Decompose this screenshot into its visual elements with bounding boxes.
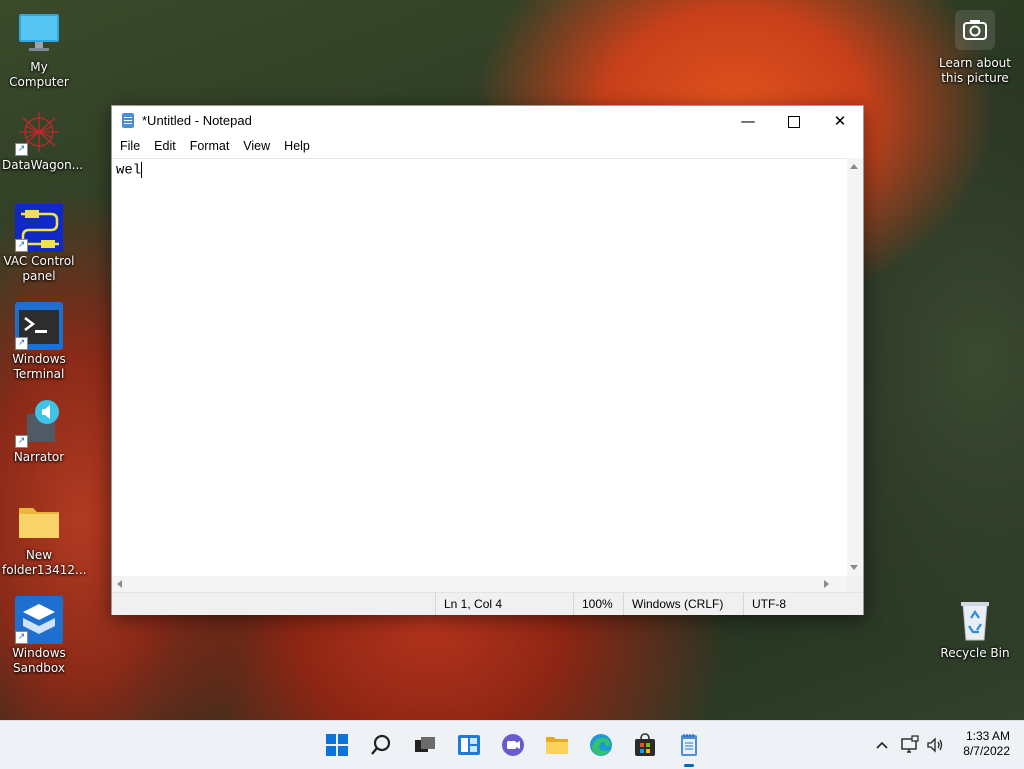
search-icon (371, 734, 391, 755)
status-encoding: UTF-8 (743, 593, 842, 615)
file-explorer-button[interactable] (543, 731, 571, 759)
title-bar[interactable]: *Untitled - Notepad — ✕ (112, 106, 863, 136)
menu-file[interactable]: File (113, 136, 147, 156)
widgets-icon (458, 735, 480, 755)
text-caret (141, 162, 143, 178)
shortcut-arrow-icon: ↗ (15, 435, 28, 448)
text-editor[interactable]: wel (112, 158, 849, 576)
menu-help[interactable]: Help (277, 136, 317, 156)
editor-content: wel (116, 162, 142, 179)
search-button[interactable] (367, 731, 395, 759)
edge-button[interactable] (587, 731, 615, 759)
scroll-up-arrow-icon[interactable] (850, 164, 858, 169)
desktop-icon-label: Windows Terminal (12, 352, 66, 381)
desktop-icon-label: DataWagon... (2, 158, 84, 172)
notepad-icon (122, 113, 134, 128)
recycle-bin-label: Recycle Bin (940, 646, 1010, 660)
desktop-icon-label: New folder13412... (2, 548, 87, 577)
datawagon-icon: ↗ (15, 108, 63, 156)
volume-button[interactable] (925, 735, 945, 755)
notepad-taskbar-button[interactable] (675, 731, 703, 767)
taskbar: 1:33 AM 8/7/2022 (0, 720, 1024, 769)
clock[interactable]: 1:33 AM 8/7/2022 (963, 729, 1010, 759)
learn-about-label: Learn about this picture (939, 56, 1011, 85)
desktop-icon-vac-control-panel[interactable]: ↗ VAC Control panel (2, 204, 76, 284)
chevron-up-icon (876, 741, 888, 749)
learn-about-picture[interactable]: Learn about this picture (938, 10, 1012, 86)
widgets-button[interactable] (455, 731, 483, 759)
close-button[interactable]: ✕ (817, 106, 863, 136)
shortcut-arrow-icon: ↗ (15, 239, 28, 252)
vertical-scrollbar[interactable] (847, 158, 863, 576)
folder-icon (15, 498, 63, 546)
desktop-icon-narrator[interactable]: ↗ Narrator (2, 400, 76, 465)
scroll-left-arrow-icon[interactable] (117, 580, 122, 588)
scrollbar-corner (847, 576, 863, 592)
edge-icon (590, 734, 612, 756)
store-icon (635, 733, 655, 756)
status-bar: Ln 1, Col 4 100% Windows (CRLF) UTF-8 (112, 592, 863, 615)
desktop-icon-recycle-bin[interactable]: Recycle Bin (938, 596, 1012, 661)
task-view-button[interactable] (411, 731, 439, 759)
status-position: Ln 1, Col 4 (435, 593, 566, 615)
scroll-right-arrow-icon[interactable] (824, 580, 829, 588)
minimize-icon: — (740, 112, 756, 130)
desktop-icon-my-computer[interactable]: My Computer (2, 10, 76, 90)
desktop-icon-label: Narrator (13, 450, 65, 464)
task-view-icon (415, 737, 435, 752)
windows-logo-icon (326, 734, 348, 756)
monitor-icon (15, 10, 63, 58)
menu-format[interactable]: Format (183, 136, 237, 156)
camera-icon (955, 10, 995, 50)
desktop-icon-label: Windows Sandbox (12, 646, 66, 675)
store-button[interactable] (631, 731, 659, 759)
shortcut-arrow-icon: ↗ (15, 143, 28, 156)
status-zoom: 100% (573, 593, 622, 615)
menu-view[interactable]: View (236, 136, 277, 156)
notepad-icon (681, 734, 697, 756)
recycle-bin-icon (951, 596, 999, 644)
status-line-ending: Windows (CRLF) (623, 593, 740, 615)
horizontal-scrollbar[interactable] (112, 576, 849, 592)
clock-time: 1:33 AM (965, 729, 1010, 743)
network-button[interactable] (900, 735, 920, 755)
window-title: *Untitled - Notepad (142, 113, 252, 128)
desktop-icon-new-folder[interactable]: New folder13412... (2, 498, 87, 578)
sandbox-icon: ↗ (15, 596, 63, 644)
file-explorer-icon (546, 737, 568, 754)
menu-edit[interactable]: Edit (147, 136, 183, 156)
shortcut-arrow-icon: ↗ (15, 337, 28, 350)
narrator-icon: ↗ (15, 400, 63, 448)
show-hidden-icons-button[interactable] (874, 737, 890, 753)
desktop-icon-label: My Computer (9, 60, 69, 89)
maximize-icon (788, 115, 800, 128)
network-icon (901, 735, 919, 753)
chat-button[interactable] (499, 731, 527, 759)
start-button[interactable] (323, 731, 351, 759)
notepad-window[interactable]: *Untitled - Notepad — ✕ File Edit Format Vi… (111, 105, 864, 615)
desktop-icon-label: VAC Control panel (3, 254, 75, 283)
speaker-icon (927, 737, 943, 753)
scroll-down-arrow-icon[interactable] (850, 565, 858, 570)
vac-cable-icon: ↗ (15, 204, 63, 252)
minimize-button[interactable]: — (725, 106, 771, 136)
desktop-icon-windows-terminal[interactable]: ↗ Windows Terminal (2, 302, 76, 382)
shortcut-arrow-icon: ↗ (15, 631, 28, 644)
terminal-icon: ↗ (15, 302, 63, 350)
close-icon: ✕ (833, 112, 847, 130)
clock-date: 8/7/2022 (963, 744, 1010, 758)
desktop-icon-datawagon[interactable]: ↗ DataWagon... (2, 108, 84, 173)
maximize-button[interactable] (771, 106, 817, 136)
menu-bar: File Edit Format View Help (112, 136, 863, 158)
desktop-icon-windows-sandbox[interactable]: ↗ Windows Sandbox (2, 596, 76, 676)
chat-icon (502, 734, 524, 756)
